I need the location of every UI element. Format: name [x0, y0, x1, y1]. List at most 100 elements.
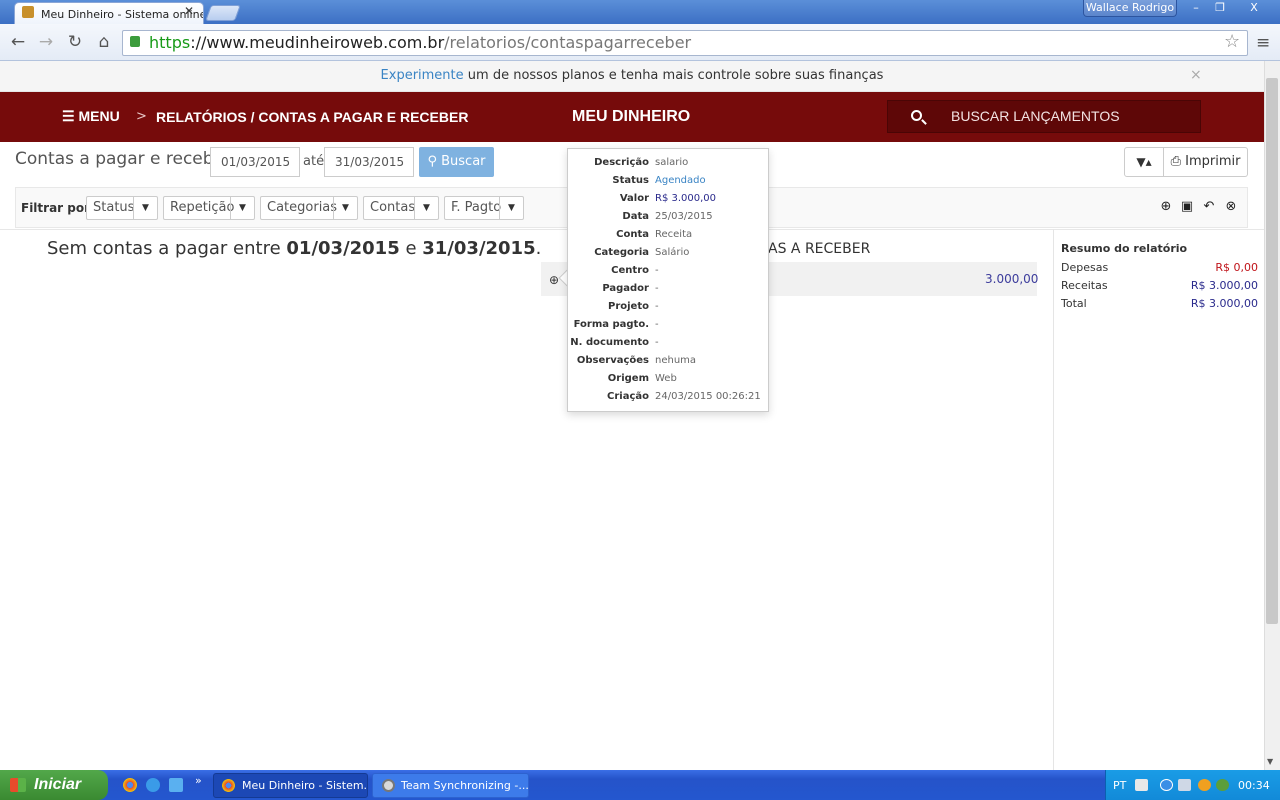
favicon-icon: [22, 6, 34, 18]
windows-taskbar: [0, 770, 1280, 800]
popover-label: Conta: [616, 229, 649, 240]
breadcrumb[interactable]: RELATÓRIOS / CONTAS A PAGAR E RECEBER: [156, 109, 468, 125]
tab-title: Meu Dinheiro - Sistema online: [41, 8, 204, 21]
filter-categorias-select[interactable]: Categorias ▼: [260, 196, 358, 220]
summary-label-despesas: Depesas: [1061, 261, 1109, 274]
tab-close-icon[interactable]: ✕: [184, 4, 194, 18]
update-icon[interactable]: [1198, 779, 1211, 791]
empty-payables-message: Sem contas a pagar entre 01/03/2015 e 31…: [47, 238, 542, 259]
breadcrumb-separator: >: [136, 109, 147, 124]
print-button[interactable]: ⎙ Imprimir: [1164, 147, 1248, 177]
filter-categorias-label: Categorias: [267, 200, 338, 215]
add-filter-icon[interactable]: ⊕: [1158, 199, 1174, 215]
popover-value: -: [655, 265, 659, 276]
summary-label-receitas: Receitas: [1061, 279, 1108, 292]
filter-repeticao-select[interactable]: Repetição ▼: [163, 196, 255, 220]
filter-label: Filtrar por:: [21, 201, 95, 215]
popover-value: 24/03/2015 00:26:21: [655, 391, 761, 402]
scrollbar-thumb[interactable]: [1266, 78, 1278, 624]
filter-fpagto-select[interactable]: F. Pagto ▼: [444, 196, 524, 220]
date-separator-label: até: [303, 154, 325, 169]
popover-value: Web: [655, 373, 677, 384]
popover-label: Categoria: [594, 247, 649, 258]
search-button-label: Buscar: [441, 154, 486, 169]
minimize-button[interactable]: –: [1183, 0, 1209, 17]
summary-value-despesas: R$ 0,00: [1215, 261, 1258, 274]
keyboard-icon[interactable]: [1135, 779, 1148, 791]
app-quicklaunch-icon[interactable]: [169, 778, 183, 792]
profile-badge[interactable]: Wallace Rodrigo: [1083, 0, 1177, 17]
language-indicator[interactable]: PT: [1113, 779, 1126, 792]
back-arrow-icon[interactable]: [1160, 779, 1173, 791]
browser-menu-icon[interactable]: ≡: [1256, 33, 1270, 53]
chrome-quicklaunch-icon[interactable]: [123, 778, 137, 792]
address-bar[interactable]: https://www.meudinheiroweb.com.br/relato…: [122, 30, 1248, 56]
popover-value: Receita: [655, 229, 693, 240]
back-icon[interactable]: ←: [8, 32, 28, 52]
filter-contas-label: Contas: [370, 200, 416, 215]
chrome-icon: [222, 779, 235, 792]
search-input[interactable]: BUSCAR LANÇAMENTOS: [887, 100, 1201, 133]
filter-repeticao-label: Repetição: [170, 200, 235, 215]
clear-filter-icon[interactable]: ⊗: [1223, 199, 1239, 215]
url-host: ://www.meudinheiroweb.com.br: [190, 33, 445, 52]
chevron-down-icon: ▼: [333, 197, 357, 219]
filter-status-select[interactable]: Status ▼: [86, 196, 158, 220]
search-button[interactable]: ⚲ Buscar: [419, 147, 494, 177]
forward-icon[interactable]: →: [36, 32, 56, 52]
popover-label: Projeto: [608, 301, 649, 312]
summary-divider: [1053, 229, 1054, 770]
quicklaunch-more-icon[interactable]: »: [195, 774, 202, 787]
popover-value: -: [655, 283, 659, 294]
lock-icon: [130, 36, 140, 47]
network-icon[interactable]: [1178, 779, 1191, 791]
popover-label: Criação: [607, 391, 649, 402]
filter-contas-select[interactable]: Contas ▼: [363, 196, 439, 220]
browser-tab[interactable]: Meu Dinheiro - Sistema online: [14, 2, 204, 25]
taskbar-item-meudinheiro[interactable]: Meu Dinheiro - Sistem...: [213, 773, 368, 798]
undo-filter-icon[interactable]: ↶: [1201, 199, 1217, 215]
new-tab-button[interactable]: [205, 5, 241, 21]
maximize-button[interactable]: ❐: [1207, 0, 1233, 17]
popover-label: Origem: [607, 373, 649, 384]
date-to-input[interactable]: 31/03/2015: [324, 147, 414, 177]
promo-text: um de nossos planos e tenha mais control…: [463, 68, 884, 83]
popover-label: Data: [622, 211, 649, 222]
popover-label: N. documento: [570, 337, 649, 348]
scroll-down-arrow-icon[interactable]: ▼: [1267, 757, 1273, 766]
receivables-header: AS A RECEBER: [768, 241, 871, 257]
date-from-input[interactable]: 01/03/2015: [210, 147, 300, 177]
popover-label: Status: [612, 175, 649, 186]
promo-link[interactable]: Experimente: [381, 68, 464, 83]
taskbar-item-team-sync[interactable]: Team Synchronizing -...: [372, 773, 529, 798]
filter-status-label: Status: [93, 200, 135, 215]
popover-value: -: [655, 319, 659, 330]
menu-button[interactable]: ☰ MENU: [62, 108, 120, 125]
filter-fpagto-label: F. Pagto: [451, 200, 502, 215]
bookmark-star-icon[interactable]: ☆: [1224, 31, 1240, 52]
magnifier-icon: ⚲: [427, 154, 442, 169]
popover-label: Pagador: [602, 283, 649, 294]
print-button-label: Imprimir: [1185, 154, 1241, 169]
summary-title: Resumo do relatório: [1061, 242, 1188, 255]
popover-label: Descrição: [594, 157, 649, 168]
filter-toggle-button[interactable]: ▼▴: [1124, 147, 1164, 177]
popover-value: R$ 3.000,00: [655, 193, 717, 204]
brand-title[interactable]: MEU DINHEIRO: [572, 108, 690, 126]
popover-value: salario: [655, 157, 689, 168]
ie-quicklaunch-icon[interactable]: [146, 778, 160, 792]
security-icon[interactable]: [1216, 779, 1229, 791]
popover-value: Agendado: [655, 175, 706, 186]
close-window-button[interactable]: X: [1241, 0, 1267, 17]
zoom-in-icon[interactable]: ⊕: [549, 273, 559, 287]
chevron-down-icon: ▼: [414, 197, 438, 219]
clock: 00:34: [1238, 779, 1270, 792]
popover-value: -: [655, 337, 659, 348]
home-icon[interactable]: ⌂: [94, 32, 114, 52]
popover-label: Valor: [619, 193, 649, 204]
windows-logo-icon: [10, 778, 26, 792]
save-filter-icon[interactable]: ▣: [1179, 199, 1195, 215]
popover-value: Salário: [655, 247, 690, 258]
promo-close-icon[interactable]: ×: [1190, 67, 1202, 83]
reload-icon[interactable]: ↻: [65, 32, 85, 52]
